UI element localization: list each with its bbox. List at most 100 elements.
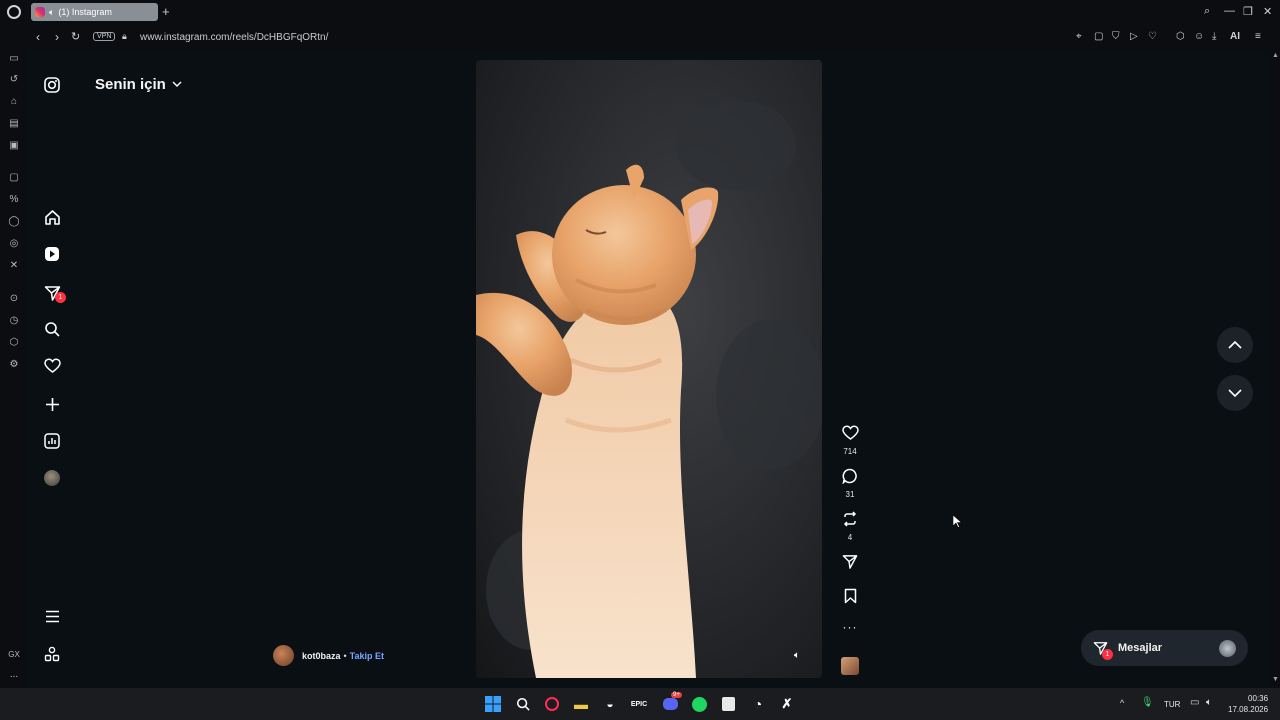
gx-cleaner-icon[interactable]: ↺ xyxy=(7,74,21,85)
extensions-sidebar-icon[interactable]: ⬡ xyxy=(7,337,21,348)
microphone-icon[interactable]: 🎙︎ xyxy=(1141,697,1154,708)
home-icon[interactable] xyxy=(42,207,62,227)
comment-button[interactable]: 31 xyxy=(838,468,862,499)
instagram-icon[interactable]: ◎ xyxy=(7,238,21,249)
reel-author[interactable]: kot0baza • Takip Et xyxy=(273,645,384,666)
next-reel-button[interactable] xyxy=(1217,375,1253,411)
discord-badge: 9+ xyxy=(671,692,682,698)
more-icon[interactable]: ... xyxy=(7,669,21,680)
gx-label[interactable]: GX xyxy=(7,650,21,659)
input-language[interactable]: TUR xyxy=(1164,700,1180,709)
windows-start-icon[interactable] xyxy=(484,695,502,713)
dashboard-icon[interactable] xyxy=(42,431,62,451)
download-icon[interactable]: ⤓ xyxy=(1212,31,1216,42)
opera-logo-icon[interactable] xyxy=(7,5,21,19)
timer-app-icon[interactable]: ◔ xyxy=(749,695,767,713)
chevron-up-icon xyxy=(1228,341,1242,349)
shield-icon[interactable]: ⛉ xyxy=(1112,31,1120,42)
system-clock[interactable]: 00:36 17.08.2026 xyxy=(1228,693,1268,715)
player-icon[interactable]: ⊙ xyxy=(7,293,21,304)
reel-video[interactable]: 🔈︎ xyxy=(476,60,822,678)
percent-icon[interactable]: % xyxy=(7,194,21,205)
instagram-favicon-icon xyxy=(35,7,45,17)
instagram-nav xyxy=(28,50,76,688)
messages-label: Mesajlar xyxy=(1118,642,1163,654)
more-options-icon[interactable]: ··· xyxy=(838,620,862,634)
settings-icon[interactable]: ⚙ xyxy=(7,359,21,370)
browser-tab-instagram[interactable]: 🔈︎ (1) Instagram xyxy=(31,3,158,21)
notifications-heart-icon[interactable] xyxy=(42,356,62,376)
tray-overflow-icon[interactable]: ^ xyxy=(1120,698,1124,708)
bookmark-icon xyxy=(844,588,856,604)
heart-bookmark-icon[interactable]: ♡ xyxy=(1148,31,1157,42)
mute-toggle-icon[interactable]: 🔈︎ xyxy=(794,650,800,661)
more-menu-icon[interactable] xyxy=(42,606,62,626)
author-avatar[interactable] xyxy=(273,645,294,666)
search-icon[interactable] xyxy=(42,319,62,339)
ai-button[interactable]: AI xyxy=(1230,31,1240,42)
gx-control-icon[interactable]: ▭ xyxy=(7,53,21,64)
restore-icon[interactable]: ❐ xyxy=(1243,5,1253,18)
lock-icon[interactable]: 🔒︎ xyxy=(122,31,127,42)
profile-avatar[interactable] xyxy=(42,468,62,488)
previous-reel-button[interactable] xyxy=(1217,327,1253,363)
save-button[interactable] xyxy=(838,588,862,609)
repost-count: 4 xyxy=(847,533,853,542)
scroll-up-icon[interactable]: ▲ xyxy=(1272,52,1279,59)
close-icon[interactable]: ✕ xyxy=(1263,5,1272,18)
reels-icon[interactable] xyxy=(42,244,62,264)
search-taskbar-icon[interactable] xyxy=(514,695,532,713)
back-icon[interactable]: ‹ xyxy=(36,30,40,44)
like-button[interactable]: 714 xyxy=(838,425,862,456)
menu-icon[interactable]: ≡ xyxy=(1255,31,1261,42)
url-field[interactable]: www.instagram.com/reels/DcHBGFqORtn/ xyxy=(140,32,328,43)
profile-icon[interactable]: ☺ xyxy=(1194,31,1204,42)
whatsapp-icon[interactable]: ◯ xyxy=(7,216,21,227)
meta-apps-icon[interactable] xyxy=(42,644,62,664)
gx-corner-icon[interactable]: ⌂ xyxy=(7,96,21,107)
mouse-cursor-icon xyxy=(953,515,962,528)
forward-icon[interactable]: › xyxy=(55,30,59,44)
pin-icon[interactable]: ⌖ xyxy=(1076,31,1082,42)
snapshot-icon[interactable]: ▢ xyxy=(1094,31,1103,42)
video-popout-icon[interactable]: ▤ xyxy=(7,118,21,129)
send-icon[interactable]: ▷ xyxy=(1130,31,1138,42)
repost-button[interactable]: 4 xyxy=(838,511,862,542)
spotify-icon[interactable] xyxy=(690,695,708,713)
scrollbar[interactable]: ▲ ▼ xyxy=(1270,50,1280,688)
twitch-icon[interactable]: ▢ xyxy=(7,172,21,183)
new-tab-button[interactable]: + xyxy=(162,4,170,19)
tab-title: (1) Instagram xyxy=(58,7,112,17)
like-count: 714 xyxy=(843,447,857,456)
notepad-icon[interactable] xyxy=(719,695,737,713)
audio-thumbnail[interactable] xyxy=(841,657,859,675)
file-explorer-icon[interactable]: ▬ xyxy=(572,695,590,713)
feed-title: Senin için xyxy=(95,76,166,93)
news-icon[interactable]: ▣ xyxy=(7,140,21,151)
create-icon[interactable] xyxy=(42,394,62,414)
x-icon[interactable]: ✕ xyxy=(7,260,21,271)
capcut-icon[interactable]: ✗ xyxy=(778,695,796,713)
volume-icon[interactable]: 🔈︎ xyxy=(1206,697,1212,708)
epic-games-icon[interactable]: EPIC xyxy=(630,695,648,713)
share-icon xyxy=(842,555,858,569)
heart-icon xyxy=(841,425,859,440)
network-icon[interactable]: ▭ xyxy=(1190,697,1199,708)
speaker-icon[interactable]: 🔈︎ xyxy=(49,7,54,18)
opera-gx-taskbar-icon[interactable] xyxy=(543,695,561,713)
minimize-icon[interactable]: — xyxy=(1224,5,1235,17)
messages-badge: 1 xyxy=(1102,649,1113,660)
instagram-logo-icon[interactable] xyxy=(42,75,62,95)
address-bar: ‹ › ↻ VPN 🔒︎ www.instagram.com/reels/DcH… xyxy=(0,25,1280,50)
share-button[interactable] xyxy=(838,554,862,575)
follow-button[interactable]: Takip Et xyxy=(350,651,384,661)
author-username[interactable]: kot0baza xyxy=(302,651,341,661)
extensions-icon[interactable]: ⬡ xyxy=(1176,31,1185,42)
steam-icon[interactable]: ◒ xyxy=(601,695,619,713)
vpn-badge[interactable]: VPN xyxy=(93,32,116,41)
search-tabs-icon[interactable]: ⌕ xyxy=(1204,5,1210,18)
scroll-down-icon[interactable]: ▼ xyxy=(1272,676,1279,683)
history-icon[interactable]: ◷ xyxy=(7,315,21,326)
reload-icon[interactable]: ↻ xyxy=(71,30,80,43)
feed-selector[interactable]: Senin için xyxy=(95,76,182,93)
